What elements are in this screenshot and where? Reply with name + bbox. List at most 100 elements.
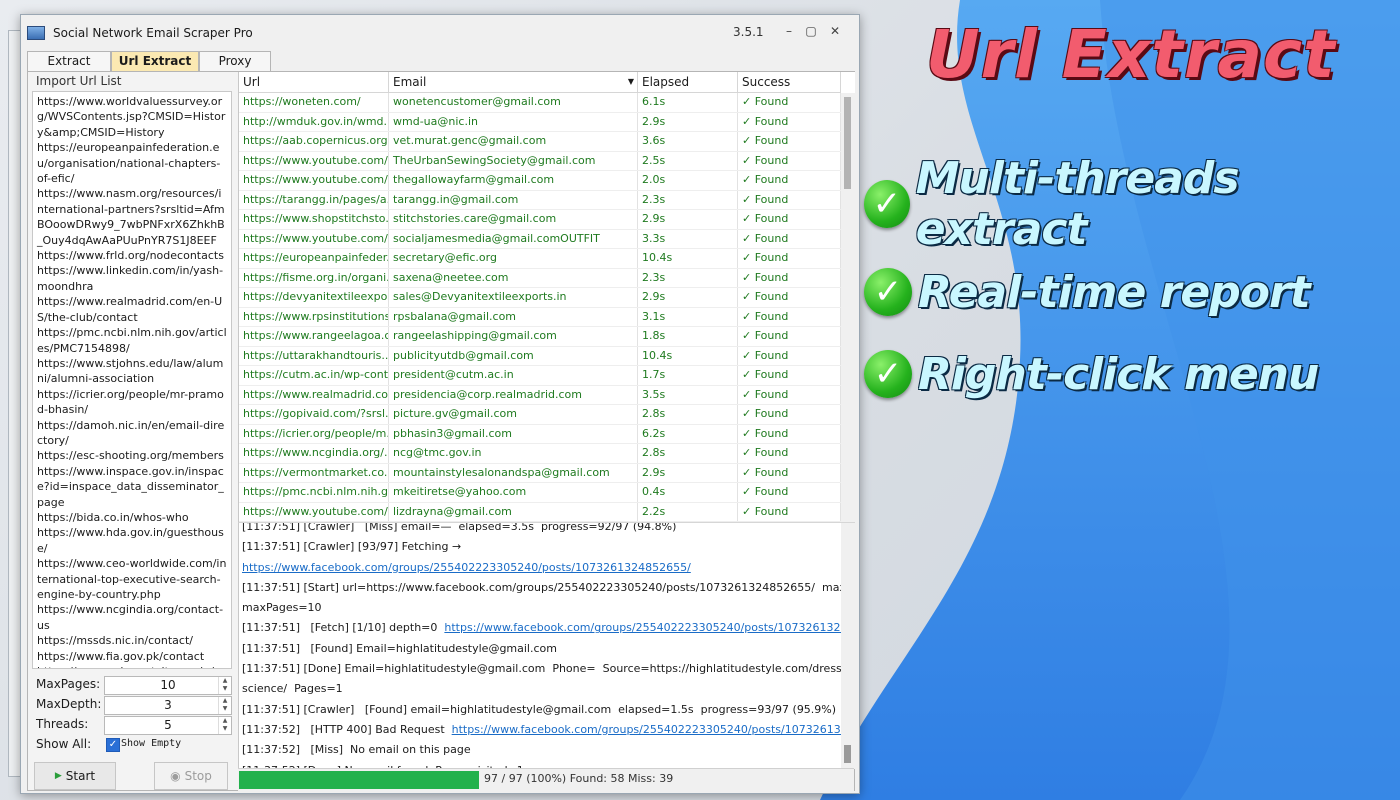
- table-row[interactable]: https://www.realmadrid.co... presidencia@…: [239, 385, 841, 405]
- table-row[interactable]: https://www.shopstitchsto... stitchstorie…: [239, 210, 841, 230]
- max-depth-row: MaxDepth:: [36, 695, 106, 713]
- cell-elapsed: 10.4s: [638, 346, 738, 365]
- url-list-line: https://mssds.nic.in/contact/: [37, 634, 193, 648]
- table-row[interactable]: https://cutm.ac.in/wp-cont... president@c…: [239, 366, 841, 386]
- url-list-line: https://www.linkedin.com/in/yash-moondhr…: [37, 264, 224, 293]
- log-link[interactable]: https://www.facebook.com/groups/25540222…: [242, 561, 691, 574]
- table-row[interactable]: https://aab.copernicus.org... vet.murat.g…: [239, 132, 841, 152]
- column-header-elapsed[interactable]: Elapsed: [638, 72, 738, 92]
- log-line: [11:37:51] [Done] Email=highlatitudestyl…: [242, 659, 855, 679]
- tab-url-extract[interactable]: Url Extract: [111, 51, 199, 71]
- grid-body: https://woneten.com/wonetencustomer@gmai…: [239, 93, 841, 522]
- log-link[interactable]: https://www.facebook.com/groups/25540222…: [444, 621, 855, 634]
- progress-bar: [239, 771, 479, 789]
- cell-email: socialjamesmedia@gmail.comOUTFIT: [389, 229, 638, 248]
- cell-success: ✓ Found: [738, 112, 841, 131]
- threads-label: Threads:: [36, 717, 89, 731]
- url-list-line: https://bida.co.in/whos-who: [37, 510, 189, 524]
- max-depth-label: MaxDepth:: [36, 697, 102, 711]
- tab-extract-email[interactable]: Extract Email: [27, 51, 111, 87]
- threads-row: Threads:: [36, 715, 106, 733]
- minimize-button[interactable]: –: [781, 23, 797, 39]
- table-row[interactable]: https://www.youtube.com/... socialjamesme…: [239, 229, 841, 249]
- url-list-label: Import Url List: [36, 74, 122, 88]
- max-pages-input[interactable]: 10 ▲ ▼: [104, 676, 232, 695]
- max-depth-input[interactable]: 3 ▲ ▼: [104, 696, 232, 715]
- cell-email: lizdrayna@gmail.com: [389, 502, 638, 521]
- threads-input[interactable]: 5 ▲ ▼: [104, 716, 232, 735]
- cell-url: https://pmc.ncbi.nlm.nih.g...: [239, 483, 389, 502]
- log-scrollbar[interactable]: [841, 523, 855, 769]
- table-row[interactable]: https://www.youtube.com/... lizdrayna@gma…: [239, 502, 841, 522]
- show-empty-checkbox[interactable]: ✓: [106, 738, 120, 752]
- column-header-success[interactable]: Success: [738, 72, 841, 92]
- feature-label: Right-click menu: [918, 348, 1319, 400]
- table-row[interactable]: https://vermontmarket.co... mountainstyle…: [239, 463, 841, 483]
- feature-right-click-menu: ✓ Right-click menu: [864, 348, 1319, 400]
- cell-email: rpsbalana@gmail.com: [389, 307, 638, 326]
- table-row[interactable]: https://gopivaid.com/?srsl... picture.gv@…: [239, 405, 841, 425]
- grid-scrollbar-thumb[interactable]: [844, 97, 851, 189]
- feature-label: Multi-threads extract: [915, 153, 1240, 255]
- cell-url: https://www.shopstitchsto...: [239, 210, 389, 229]
- cell-email: pbhasin3@gmail.com: [389, 424, 638, 443]
- threads-value: 5: [164, 718, 172, 732]
- table-row[interactable]: https://uttarakhandtouris... publicityutd…: [239, 346, 841, 366]
- start-label: Start: [65, 769, 96, 783]
- close-button[interactable]: ✕: [827, 23, 843, 39]
- max-depth-stepper[interactable]: ▲ ▼: [218, 697, 231, 714]
- max-pages-stepper[interactable]: ▲ ▼: [218, 677, 231, 694]
- cell-email: tarangg.in@gmail.com: [389, 190, 638, 209]
- maximize-button[interactable]: ▢: [803, 23, 819, 39]
- table-row[interactable]: https://www.youtube.com/... TheUrbanSewin…: [239, 151, 841, 171]
- cell-email: secretary@efic.org: [389, 249, 638, 268]
- url-list-line: https://www.frld.org/nodecontacts: [37, 249, 224, 263]
- cell-email: thegallowayfarm@gmail.com: [389, 171, 638, 190]
- table-row[interactable]: https://tarangg.in/pages/a... tarangg.in@…: [239, 190, 841, 210]
- url-list-line: https://www.ncgindia.org/contact-us: [37, 603, 224, 632]
- log-line-text: [11:37:51] [Found] Email=highlatitudesty…: [242, 641, 557, 655]
- stop-button[interactable]: ◉ Stop: [154, 762, 228, 790]
- feature-multi-threads: ✓ Multi-threads extract: [864, 153, 1400, 255]
- table-row[interactable]: https://woneten.com/wonetencustomer@gmai…: [239, 93, 841, 113]
- sort-desc-icon: ▼: [627, 77, 634, 86]
- check-circle-icon: ✓: [864, 180, 910, 228]
- url-list-input[interactable]: https://www.worldvaluessurvey.org/WVSCon…: [32, 91, 232, 669]
- url-list-line: https://europeanpainfederation.eu/organi…: [37, 141, 221, 186]
- cell-email: mountainstylesalonandspa@gmail.com: [389, 463, 638, 482]
- cell-success: ✓ Found: [738, 93, 841, 112]
- table-row[interactable]: https://devyanitextileexpor... sales@Devy…: [239, 288, 841, 308]
- table-row[interactable]: http://wmduk.gov.in/wmd... wmd-ua@nic.in 2…: [239, 112, 841, 132]
- table-row[interactable]: https://www.youtube.com/... thegallowayfa…: [239, 171, 841, 191]
- table-row[interactable]: https://icrier.org/people/m... pbhasin3@g…: [239, 424, 841, 444]
- grid-scrollbar[interactable]: [841, 93, 855, 522]
- cell-url: https://europeanpainfeder...: [239, 249, 389, 268]
- threads-stepper[interactable]: ▲ ▼: [218, 717, 231, 734]
- show-all-row: Show All:: [36, 735, 106, 753]
- start-button[interactable]: ▶ Start: [34, 762, 116, 790]
- column-header-email[interactable]: Email ▼: [389, 72, 638, 92]
- cell-success: ✓ Found: [738, 268, 841, 287]
- table-row[interactable]: https://www.ncgindia.org/... ncg@tmc.gov.…: [239, 444, 841, 464]
- cell-success: ✓ Found: [738, 307, 841, 326]
- table-row[interactable]: https://www.rpsinstitutions... rpsbalana@…: [239, 307, 841, 327]
- tab-proxy[interactable]: Proxy: [199, 51, 271, 71]
- check-circle-icon: ✓: [864, 268, 912, 316]
- cell-success: ✓ Found: [738, 190, 841, 209]
- table-row[interactable]: https://fisme.org.in/organi... saxena@nee…: [239, 268, 841, 288]
- cell-elapsed: 2.8s: [638, 444, 738, 463]
- cell-email: vet.murat.genc@gmail.com: [389, 132, 638, 151]
- cell-elapsed: 2.3s: [638, 268, 738, 287]
- table-row[interactable]: https://europeanpainfeder... secretary@ef…: [239, 249, 841, 269]
- cell-url: https://vermontmarket.co...: [239, 463, 389, 482]
- tab-strip: Extract Email Url Extract Proxy: [27, 51, 271, 87]
- table-row[interactable]: https://www.rangeelagoa.c... rangeelaship…: [239, 327, 841, 347]
- cell-url: http://wmduk.gov.in/wmd...: [239, 112, 389, 131]
- table-row[interactable]: https://pmc.ncbi.nlm.nih.g... mkeitiretse…: [239, 483, 841, 503]
- column-header-url[interactable]: Url: [239, 72, 389, 92]
- cell-email: president@cutm.ac.in: [389, 366, 638, 385]
- cell-elapsed: 3.1s: [638, 307, 738, 326]
- log-link[interactable]: https://www.facebook.com/groups/25540222…: [452, 723, 855, 736]
- log-scrollbar-thumb[interactable]: [844, 745, 851, 763]
- window-title: Social Network Email Scraper Pro: [53, 26, 253, 40]
